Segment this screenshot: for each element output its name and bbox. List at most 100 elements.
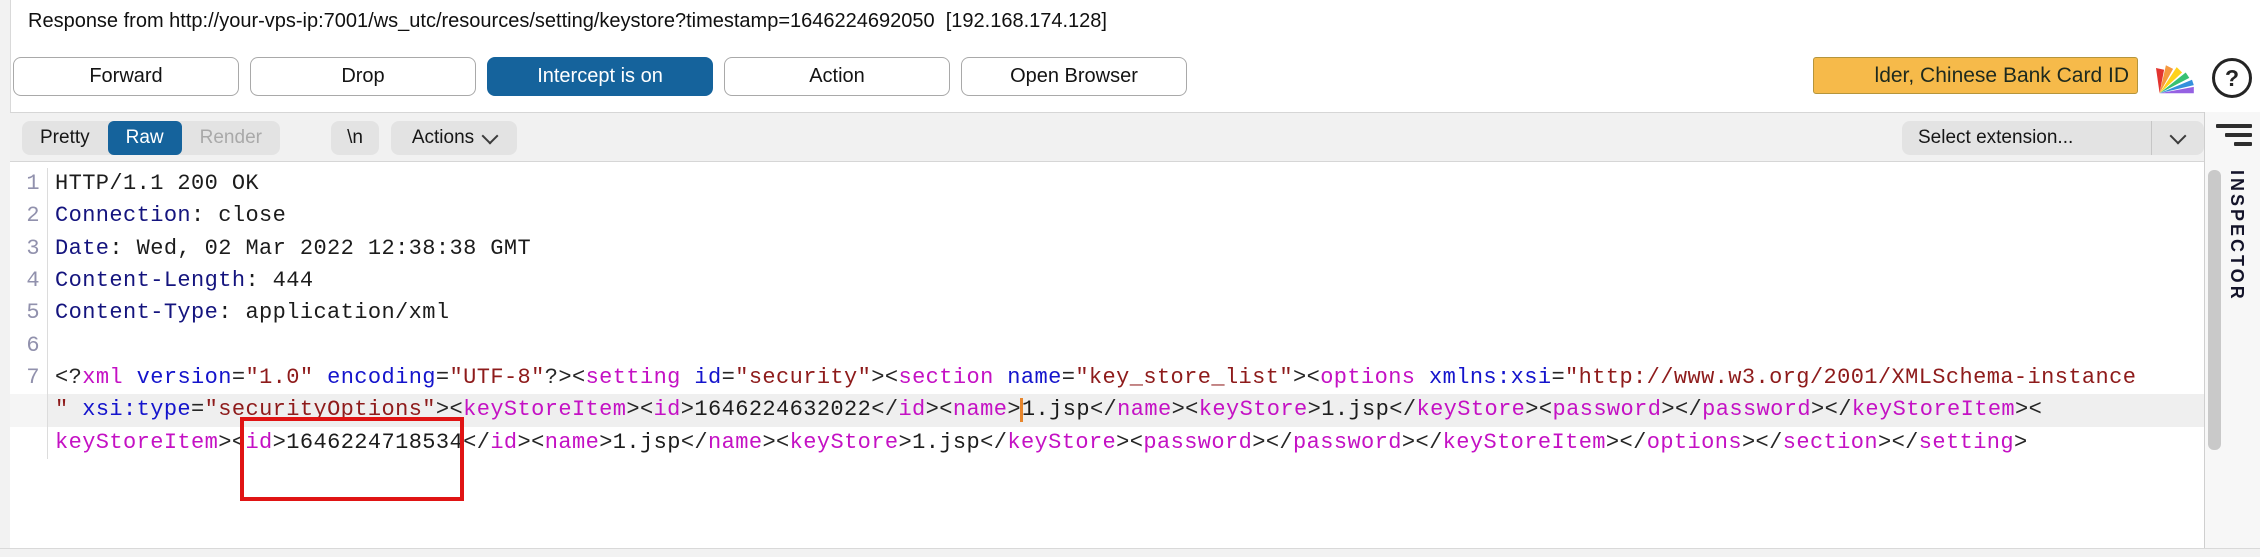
chevron-down-icon <box>482 127 499 144</box>
code-token: name <box>545 430 599 455</box>
code-token: "http://www.w3.org/2001/XMLSchema-instan… <box>1565 365 2136 390</box>
code-token: keyStore <box>1007 430 1116 455</box>
code-token: xml <box>82 365 123 390</box>
code-token <box>123 365 137 390</box>
editor-row[interactable]: 7<?xml version="1.0" encoding="UTF-8"?><… <box>10 362 2204 394</box>
code-token: </ <box>980 430 1007 455</box>
code-token: keyStore <box>1199 397 1308 422</box>
code-token: Connection <box>55 203 191 228</box>
code-token: id <box>490 430 517 455</box>
code-token: </ <box>1090 397 1117 422</box>
code-token: 1.jsp <box>613 430 681 455</box>
tab-render: Render <box>182 121 280 155</box>
code-token: Content-Type <box>55 300 218 325</box>
code-token: version <box>137 365 232 390</box>
code-token: "1.0" <box>245 365 313 390</box>
show-newlines-button[interactable]: \n <box>331 121 379 155</box>
tab-pretty[interactable]: Pretty <box>22 121 108 155</box>
code-token <box>313 365 327 390</box>
code-token: >< <box>762 430 789 455</box>
code-token: >< <box>1172 397 1199 422</box>
inspector-label[interactable]: INSPECTOR <box>2226 170 2247 302</box>
line-number: 2 <box>10 200 48 232</box>
highlight-comment-field[interactable]: lder, Chinese Bank Card ID <box>1813 57 2138 94</box>
code-token: ></ <box>1811 397 1852 422</box>
code-line: HTTP/1.1 200 OK <box>48 168 2204 200</box>
code-token: > <box>1007 397 1021 422</box>
code-token: Date <box>55 236 109 261</box>
intercept-toggle-button[interactable]: Intercept is on <box>487 57 713 96</box>
code-token: >< <box>1293 365 1320 390</box>
code-token: > <box>899 430 913 455</box>
code-token <box>1415 365 1429 390</box>
actions-menu-button[interactable]: Actions <box>391 121 517 155</box>
line-number: 4 <box>10 265 48 297</box>
line-number <box>10 427 48 459</box>
red-annotation-box <box>240 417 464 501</box>
editor-row[interactable]: 4Content-Length: 444 <box>10 265 2204 297</box>
code-line: <?xml version="1.0" encoding="UTF-8"?><s… <box>48 362 2204 394</box>
code-token: keyStoreItem <box>55 430 218 455</box>
code-token: keyStore <box>790 430 899 455</box>
action-button[interactable]: Action <box>724 57 950 96</box>
rainbow-fan-icon[interactable] <box>2150 59 2198 95</box>
code-token: name <box>708 430 762 455</box>
editor-row[interactable]: 6 <box>10 330 2204 362</box>
code-line: Content-Type: application/xml <box>48 297 2204 329</box>
code-token: : close <box>191 203 286 228</box>
code-token: name <box>953 397 1007 422</box>
editor-scrollbar[interactable] <box>2208 170 2221 450</box>
code-token: > <box>1308 397 1322 422</box>
editor-row[interactable]: 2 Connection: close <box>10 200 2204 232</box>
code-token: = <box>232 365 246 390</box>
code-token: options <box>1320 365 1415 390</box>
select-extension-label: Select extension... <box>1902 127 2151 149</box>
code-token: >< <box>1116 430 1143 455</box>
code-token: id <box>694 365 721 390</box>
line-number: 5 <box>10 297 48 329</box>
editor-row[interactable]: 1 HTTP/1.1 200 OK <box>10 168 2204 200</box>
code-token: = <box>191 397 205 422</box>
code-token: ></ <box>1878 430 1919 455</box>
drop-button[interactable]: Drop <box>250 57 476 96</box>
code-token: ></ <box>1606 430 1647 455</box>
code-token <box>69 397 83 422</box>
code-token: </ <box>871 397 898 422</box>
code-token: ></ <box>1402 430 1443 455</box>
code-token: </ <box>1389 397 1416 422</box>
editor-menu-icon[interactable] <box>2216 124 2252 146</box>
code-token: section <box>898 365 993 390</box>
code-token: password <box>1702 397 1811 422</box>
line-number: 7 <box>10 362 48 394</box>
code-token: HTTP/1.1 200 OK <box>55 171 259 196</box>
editor-row[interactable]: 5Content-Type: application/xml <box>10 297 2204 329</box>
code-token: = <box>436 365 450 390</box>
line-number: 3 <box>10 233 48 265</box>
burp-intercept-window: Response from http://your-vps-ip:7001/ws… <box>0 0 2260 556</box>
forward-button[interactable]: Forward <box>13 57 239 96</box>
line-number <box>10 394 48 426</box>
editor-row[interactable]: 3Date: Wed, 02 Mar 2022 12:38:38 GMT <box>10 233 2204 265</box>
code-token: : 444 <box>245 268 313 293</box>
code-token: = <box>722 365 736 390</box>
code-token: > <box>2014 430 2028 455</box>
code-token: password <box>1293 430 1402 455</box>
code-token: "UTF-8" <box>450 365 545 390</box>
open-browser-button[interactable]: Open Browser <box>961 57 1187 96</box>
code-token: password <box>1143 430 1252 455</box>
line-number: 6 <box>10 330 48 362</box>
line-number: 1 <box>10 168 48 200</box>
code-token: >< <box>1525 397 1552 422</box>
code-token: setting <box>1919 430 2014 455</box>
response-editor[interactable]: 1 HTTP/1.1 200 OK 2 Connection: close 3 Date:… <box>10 162 2204 548</box>
tab-raw[interactable]: Raw <box>108 121 182 155</box>
code-token: </ <box>463 430 490 455</box>
response-title: Response from http://your-vps-ip:7001/ws… <box>28 10 1107 33</box>
chevron-down-icon <box>2170 127 2187 144</box>
code-token: 1.jsp <box>1022 397 1090 422</box>
code-token: password <box>1553 397 1662 422</box>
code-token: >< <box>626 397 653 422</box>
code-token: "key_store_list" <box>1075 365 1293 390</box>
help-icon[interactable]: ? <box>2212 58 2252 98</box>
select-extension-dropdown[interactable]: Select extension... <box>1902 121 2204 155</box>
